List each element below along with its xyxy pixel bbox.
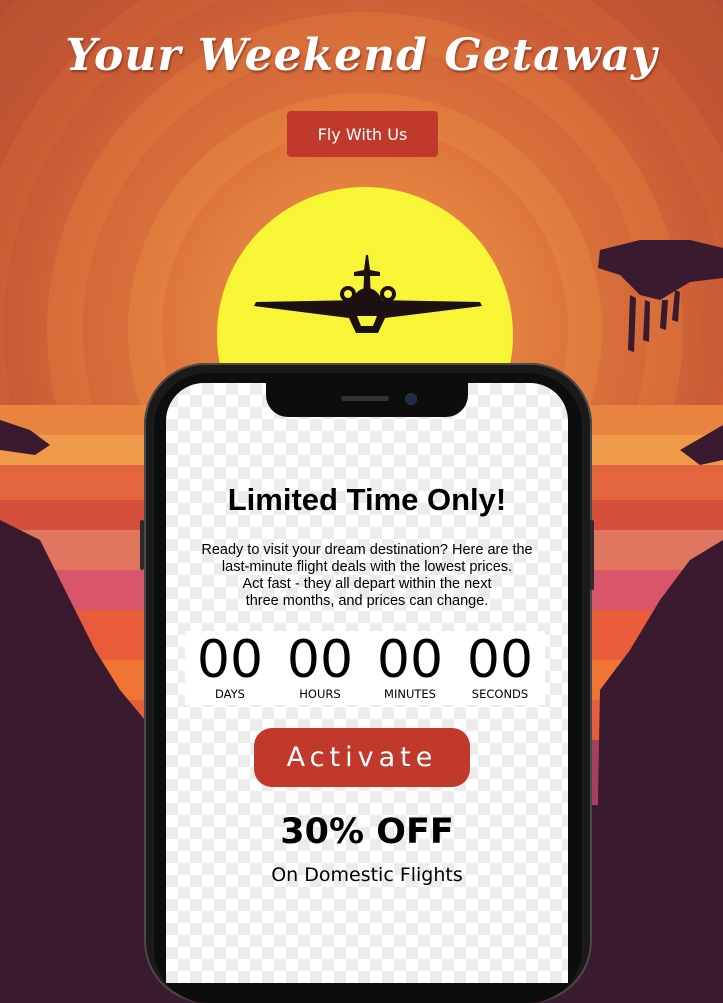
promo-description-line: last-minute flight deals with the lowest… xyxy=(221,559,513,575)
phone-volume-button xyxy=(140,520,144,570)
phone-speaker xyxy=(341,396,389,401)
promo-description: Ready to visit your dream destination? H… xyxy=(176,542,558,610)
promo-heading: Limited Time Only! xyxy=(227,482,507,517)
activate-button[interactable]: Activate xyxy=(254,728,470,787)
promo-description-line: Ready to visit your dream destination? H… xyxy=(201,542,533,558)
countdown-value: 00 xyxy=(286,630,354,690)
countdown-days: 00 DAYS xyxy=(185,631,275,705)
countdown-seconds: 00 SECONDS xyxy=(455,631,545,705)
fly-with-us-button[interactable]: Fly With Us xyxy=(287,111,438,157)
countdown-value: 00 xyxy=(196,630,264,690)
countdown-timer: 00 DAYS 00 HOURS 00 MINUTES 00 SECONDS xyxy=(185,631,545,705)
promo-description-line: Act fast - they all depart within the ne… xyxy=(242,576,492,592)
countdown-hours: 00 HOURS xyxy=(275,631,365,705)
page-title: Your Weekend Getaway xyxy=(65,30,658,81)
countdown-value: 00 xyxy=(466,630,534,690)
countdown-minutes: 00 MINUTES xyxy=(365,631,455,705)
promo-description-line: three months, and prices can change. xyxy=(245,593,489,609)
discount-subtitle: On Domestic Flights xyxy=(271,864,463,886)
countdown-value: 00 xyxy=(376,630,444,690)
discount-text: 30% OFF xyxy=(280,812,454,852)
phone-side-button xyxy=(590,520,594,590)
camera-icon xyxy=(405,393,417,405)
